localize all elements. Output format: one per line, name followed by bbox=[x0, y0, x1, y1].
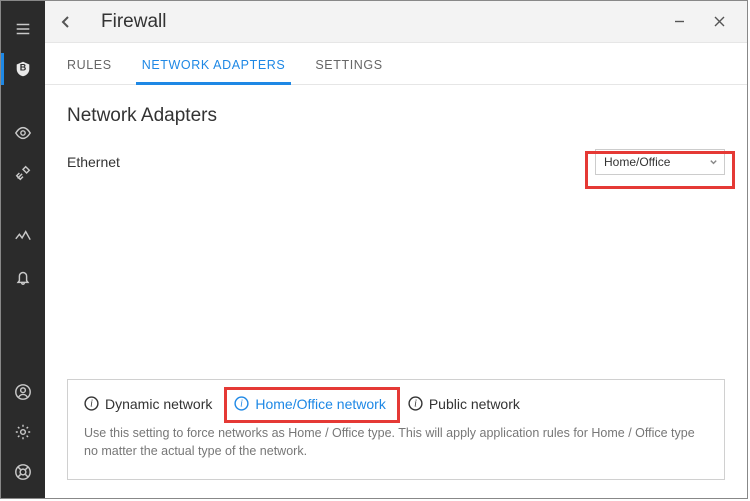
section-title: Network Adapters bbox=[67, 105, 725, 127]
tools-icon bbox=[14, 164, 32, 182]
legend-label: Dynamic network bbox=[105, 396, 212, 412]
sidebar-notifications-button[interactable] bbox=[1, 257, 45, 297]
close-icon bbox=[714, 16, 725, 27]
info-icon: i bbox=[234, 396, 249, 411]
adapter-name: Ethernet bbox=[67, 154, 120, 170]
svg-text:i: i bbox=[90, 399, 93, 410]
chevron-down-icon bbox=[709, 158, 718, 167]
content-area: Network Adapters Ethernet Home/Office i … bbox=[45, 85, 747, 498]
svg-text:i: i bbox=[240, 399, 243, 410]
info-icon: i bbox=[408, 396, 423, 411]
sidebar-activity-button[interactable] bbox=[1, 217, 45, 257]
tab-bar: RULES NETWORK ADAPTERS SETTINGS bbox=[45, 43, 747, 85]
sidebar-privacy-button[interactable] bbox=[1, 113, 45, 153]
network-type-info-panel: i Dynamic network i Home/Office network … bbox=[67, 379, 725, 481]
app-window: B Firewall bbox=[0, 0, 748, 499]
minimize-icon bbox=[674, 16, 685, 27]
sidebar: B bbox=[1, 1, 45, 498]
activity-icon bbox=[14, 228, 32, 246]
network-type-legend: i Dynamic network i Home/Office network … bbox=[84, 396, 708, 412]
adapter-row: Ethernet Home/Office bbox=[67, 149, 725, 175]
hamburger-icon bbox=[14, 20, 32, 38]
lifebuoy-icon bbox=[14, 463, 32, 481]
legend-home-office-network[interactable]: i Home/Office network bbox=[234, 396, 385, 412]
back-button[interactable] bbox=[49, 5, 83, 39]
svg-text:i: i bbox=[414, 399, 417, 410]
user-icon bbox=[14, 383, 32, 401]
sidebar-settings-button[interactable] bbox=[1, 412, 45, 452]
sidebar-support-button[interactable] bbox=[1, 452, 45, 492]
tab-rules[interactable]: RULES bbox=[65, 48, 114, 84]
window-title: Firewall bbox=[101, 11, 166, 33]
window-controls bbox=[659, 7, 739, 37]
legend-dynamic-network[interactable]: i Dynamic network bbox=[84, 396, 212, 412]
network-type-description: Use this setting to force networks as Ho… bbox=[84, 424, 708, 462]
adapter-type-dropdown[interactable]: Home/Office bbox=[595, 149, 725, 175]
dropdown-value: Home/Office bbox=[604, 155, 670, 169]
legend-label: Home/Office network bbox=[255, 396, 385, 412]
close-button[interactable] bbox=[699, 7, 739, 37]
main-pane: Firewall RULES NETWORK ADAPTERS SETTINGS… bbox=[45, 1, 747, 498]
sidebar-menu-button[interactable] bbox=[1, 9, 45, 49]
legend-public-network[interactable]: i Public network bbox=[408, 396, 520, 412]
info-icon: i bbox=[84, 396, 99, 411]
svg-text:B: B bbox=[20, 62, 27, 72]
title-bar: Firewall bbox=[45, 1, 747, 43]
sidebar-tools-button[interactable] bbox=[1, 153, 45, 193]
chevron-left-icon bbox=[59, 15, 73, 29]
tab-network-adapters[interactable]: NETWORK ADAPTERS bbox=[140, 48, 288, 84]
minimize-button[interactable] bbox=[659, 7, 699, 37]
legend-label: Public network bbox=[429, 396, 520, 412]
eye-icon bbox=[14, 124, 32, 142]
sidebar-account-button[interactable] bbox=[1, 372, 45, 412]
sidebar-protection-button[interactable]: B bbox=[1, 49, 45, 89]
tab-settings[interactable]: SETTINGS bbox=[313, 48, 384, 84]
gear-icon bbox=[14, 423, 32, 441]
bell-icon bbox=[14, 268, 32, 286]
shield-icon: B bbox=[14, 60, 32, 78]
